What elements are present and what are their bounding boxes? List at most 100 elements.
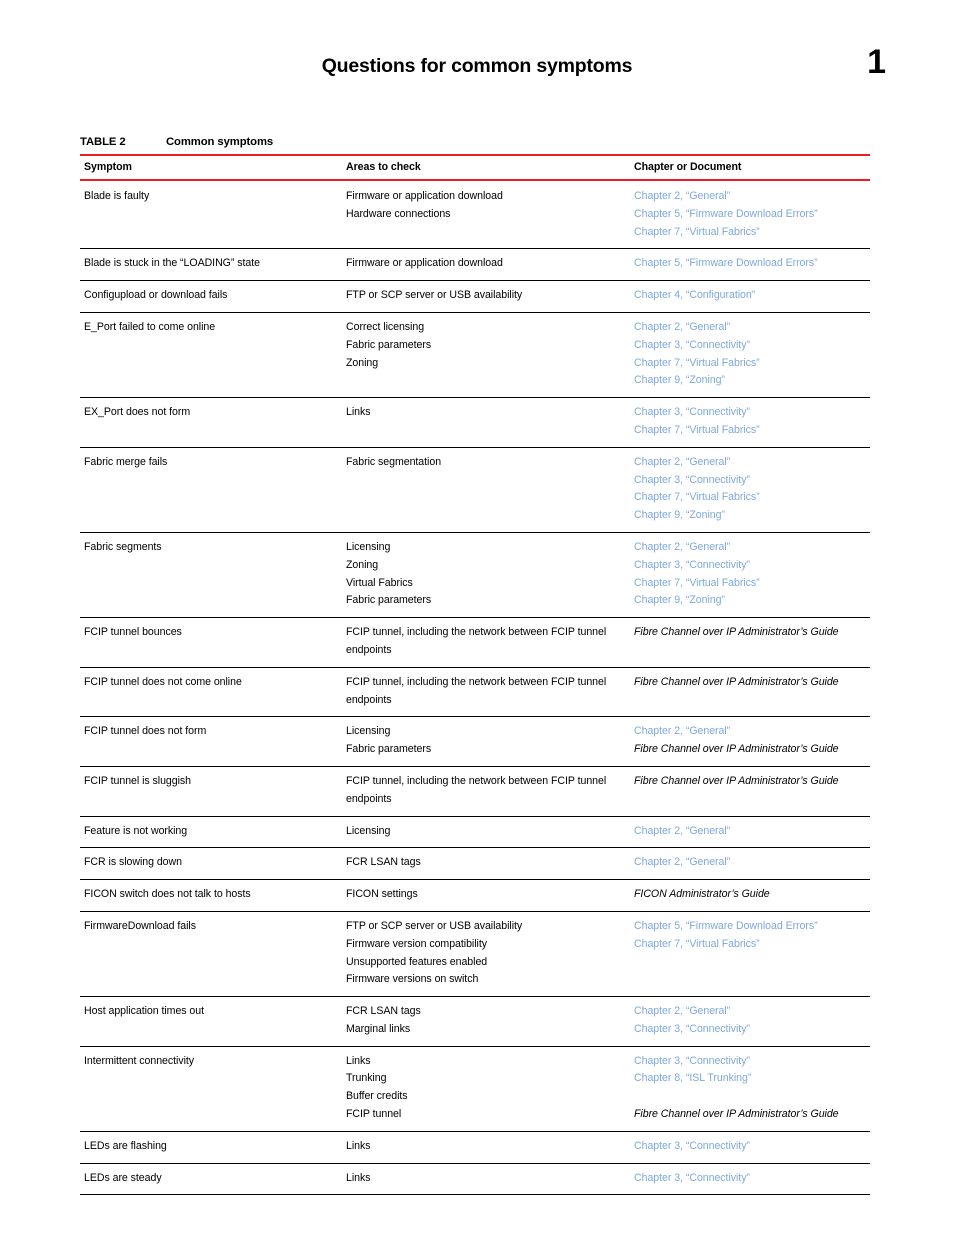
chapter-link[interactable]: Chapter 9, “Zoning”	[634, 592, 866, 610]
cell-areas-to-check: FCIP tunnel, including the network betwe…	[342, 766, 630, 817]
table-row: Blade is faulty Firmware or application d…	[80, 180, 870, 250]
chapter-link[interactable]: Chapter 2, “General”	[634, 454, 866, 472]
document-title: Fibre Channel over IP Administrator’s Gu…	[634, 1108, 839, 1121]
symptom-text: Blade is faulty	[84, 190, 150, 202]
area-item: Fabric parameters	[346, 338, 432, 351]
cell-chapter-or-document: Chapter 2, “General”	[630, 816, 870, 849]
cell-areas-to-check: Licensing Fabric parameters	[342, 716, 630, 767]
symptom-text: Fabric segments	[84, 540, 162, 553]
chapter-link[interactable]: Chapter 5, “Firmware Download Errors”	[634, 918, 866, 936]
symptom-text: FCIP tunnel does not form	[84, 725, 207, 738]
cell-chapter-or-document: Chapter 2, “General” Fibre Channel over I…	[630, 716, 870, 767]
common-symptoms-table: Symptom Areas to check Chapter or Docume…	[80, 154, 870, 1196]
cell-symptom: FCIP tunnel does not come online	[80, 667, 342, 718]
chapter-link[interactable]: Chapter 3, “Connectivity”	[634, 1138, 866, 1156]
cell-areas-to-check: FTP or SCP server or USB availability Fir…	[342, 911, 630, 998]
cell-symptom: FCIP tunnel is sluggish	[80, 766, 342, 817]
table-header-row: Symptom Areas to check Chapter or Docume…	[80, 155, 870, 180]
area-item: Zoning	[346, 356, 379, 369]
symptom-text: Intermittent connectivity	[84, 1054, 195, 1067]
cell-chapter-or-document: FICON Administrator’s Guide	[630, 879, 870, 912]
table-row: E_Port failed to come online Correct lice…	[80, 312, 870, 399]
cell-chapter-or-document: Fibre Channel over IP Administrator’s Gu…	[630, 617, 870, 668]
cell-symptom: FirmwareDownload fails	[80, 911, 342, 998]
cell-areas-to-check: Links	[342, 1131, 630, 1164]
symptom-text: Configupload or download fails	[84, 289, 228, 302]
symptom-text: FCIP tunnel is sluggish	[84, 774, 192, 787]
table-row: FCIP tunnel does not come online FCIP tun…	[80, 667, 870, 718]
chapter-link[interactable]: Chapter 2, “General”	[634, 723, 866, 741]
area-item: Zoning	[346, 558, 379, 571]
chapter-link[interactable]: Chapter 2, “General”	[634, 823, 866, 841]
cell-symptom: EX_Port does not form	[80, 397, 342, 448]
cell-areas-to-check: Links	[342, 1163, 630, 1196]
cell-symptom: Fabric merge fails	[80, 447, 342, 533]
cell-areas-to-check: Links	[342, 397, 630, 448]
area-item: FTP or SCP server or USB availability	[346, 919, 523, 932]
chapter-link[interactable]: Chapter 7, “Virtual Fabrics”	[634, 489, 866, 507]
cell-symptom: Intermittent connectivity	[80, 1046, 342, 1132]
symptom-text: FCR is slowing down	[84, 856, 182, 869]
chapter-link[interactable]: Chapter 7, “Virtual Fabrics”	[634, 936, 866, 954]
table-row: Feature is not working Licensing Chapter 2…	[80, 816, 870, 849]
chapter-link[interactable]: Chapter 7, “Virtual Fabrics”	[634, 422, 866, 440]
cell-chapter-or-document: Chapter 2, “General”	[630, 847, 870, 881]
symptom-text: FCIP tunnel bounces	[84, 626, 182, 639]
chapter-link[interactable]: Chapter 3, “Connectivity”	[634, 1021, 866, 1039]
chapter-link[interactable]: Chapter 5, “Firmware Download Errors”	[634, 206, 866, 224]
chapter-link[interactable]: Chapter 7, “Virtual Fabrics”	[634, 224, 866, 242]
table-row: FCIP tunnel bounces FCIP tunnel, includin…	[80, 617, 870, 668]
area-item: Trunking	[346, 1072, 387, 1085]
cell-areas-to-check: Links Trunking Buffer credits FCIP tunnel	[342, 1046, 630, 1132]
area-item: Licensing	[346, 824, 391, 837]
table-row: Host application times out FCR LSAN tags M…	[80, 996, 870, 1047]
chapter-link[interactable]: Chapter 9, “Zoning”	[634, 372, 866, 390]
table-body: Blade is faulty Firmware or application d…	[80, 180, 870, 1196]
cell-chapter-or-document: Fibre Channel over IP Administrator’s Gu…	[630, 766, 870, 817]
chapter-link[interactable]: Chapter 3, “Connectivity”	[634, 557, 866, 575]
cell-chapter-or-document: Fibre Channel over IP Administrator’s Gu…	[630, 667, 870, 718]
symptom-text: Blade is stuck in the “LOADING” state	[84, 257, 260, 270]
chapter-link[interactable]: Chapter 2, “General”	[634, 1003, 866, 1021]
cell-symptom: LEDs are steady	[80, 1163, 342, 1196]
cell-symptom: FCIP tunnel bounces	[80, 617, 342, 668]
area-item: Firmware or application download	[346, 257, 503, 270]
cell-chapter-or-document: Chapter 3, “Connectivity”	[630, 1131, 870, 1164]
table-row: LEDs are steady Links Chapter 3, “Connecti…	[80, 1163, 870, 1196]
chapter-link[interactable]: Chapter 4, “Configuration”	[634, 287, 866, 305]
chapter-link[interactable]: Chapter 5, “Firmware Download Errors”	[634, 255, 866, 273]
chapter-link[interactable]: Chapter 3, “Connectivity”	[634, 404, 866, 422]
area-item: Links	[346, 1171, 371, 1184]
symptom-text: LEDs are steady	[84, 1171, 162, 1184]
cell-chapter-or-document: Chapter 2, “General” Chapter 3, “Connecti…	[630, 312, 870, 399]
cell-chapter-or-document: Chapter 3, “Connectivity” Chapter 8, “ISL…	[630, 1046, 870, 1132]
cell-chapter-or-document: Chapter 2, “General” Chapter 3, “Connecti…	[630, 532, 870, 619]
area-item: Fabric parameters	[346, 743, 432, 756]
chapter-link[interactable]: Chapter 3, “Connectivity”	[634, 472, 866, 490]
chapter-link[interactable]: Chapter 7, “Virtual Fabrics”	[634, 575, 866, 593]
cell-chapter-or-document: Chapter 3, “Connectivity” Chapter 7, “Vir…	[630, 397, 870, 448]
symptom-text: FirmwareDownload fails	[84, 919, 196, 932]
cell-symptom: Blade is faulty	[80, 180, 342, 250]
chapter-link[interactable]: Chapter 3, “Connectivity”	[634, 1170, 866, 1188]
cell-chapter-or-document: Chapter 2, “General” Chapter 3, “Connecti…	[630, 996, 870, 1047]
area-item: Virtual Fabrics	[346, 576, 413, 589]
chapter-link[interactable]: Chapter 8, “ISL Trunking”	[634, 1070, 866, 1088]
chapter-link[interactable]: Chapter 2, “General”	[634, 319, 866, 337]
area-item: Correct licensing	[346, 320, 425, 333]
chapter-link[interactable]: Chapter 2, “General”	[634, 854, 866, 872]
chapter-link[interactable]: Chapter 7, “Virtual Fabrics”	[634, 355, 866, 373]
chapter-link[interactable]: Chapter 3, “Connectivity”	[634, 337, 866, 355]
cell-chapter-or-document: Chapter 4, “Configuration”	[630, 280, 870, 313]
table-row: Fabric segments Licensing Zoning Virtual Fa…	[80, 532, 870, 619]
area-item: Links	[346, 1139, 371, 1152]
area-item: FCR LSAN tags	[346, 1005, 421, 1018]
chapter-link[interactable]: Chapter 3, “Connectivity”	[634, 1053, 866, 1071]
document-title: FICON Administrator’s Guide	[634, 888, 770, 901]
table-row: FICON switch does not talk to hosts FICON…	[80, 879, 870, 912]
chapter-link[interactable]: Chapter 2, “General”	[634, 188, 866, 206]
chapter-link[interactable]: Chapter 9, “Zoning”	[634, 507, 866, 525]
symptom-text: FICON switch does not talk to hosts	[84, 888, 251, 901]
chapter-link[interactable]: Chapter 2, “General”	[634, 539, 866, 557]
page-number: 1	[867, 43, 886, 81]
